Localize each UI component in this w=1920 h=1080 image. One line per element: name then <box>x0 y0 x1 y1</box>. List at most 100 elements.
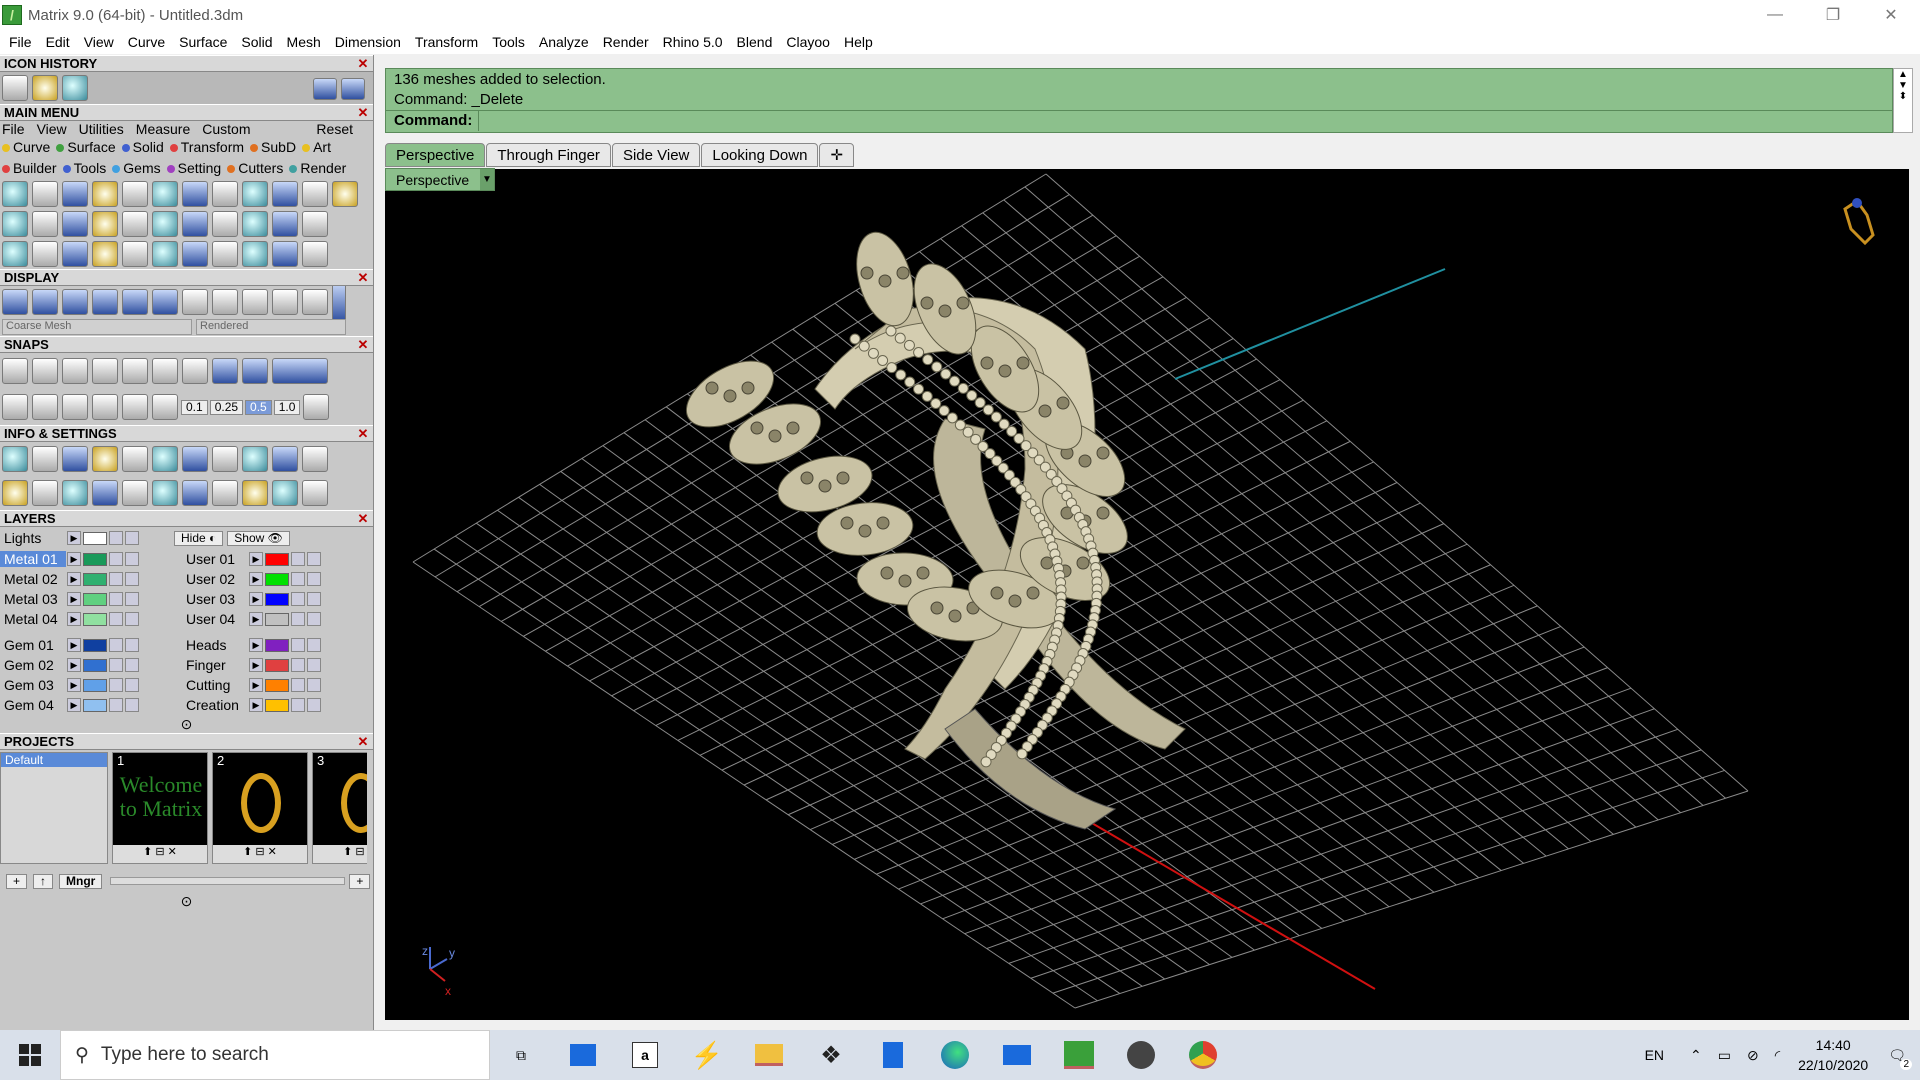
language-indicator[interactable]: EN <box>1645 1047 1664 1063</box>
viewport-tab-side-view[interactable]: Side View <box>611 143 701 167</box>
display-mode-icon-11[interactable] <box>302 289 328 315</box>
visibility-icon[interactable] <box>125 678 139 692</box>
snap-tool-icon-4[interactable] <box>92 394 118 420</box>
layer-row[interactable]: Creation ▶ <box>182 695 364 715</box>
tool-a-icon-5[interactable] <box>122 181 148 207</box>
main-menu-tab-measure[interactable]: Measure <box>136 121 190 137</box>
project-thumb[interactable]: 2 ⬆ ⊟ ✕ <box>212 752 308 864</box>
lock-icon[interactable] <box>291 592 305 606</box>
layer-row[interactable]: Gem 02 ▶ <box>0 655 182 675</box>
viewport-mode-combo[interactable]: Perspective ▼ <box>385 168 495 191</box>
info-icon-8[interactable] <box>212 446 238 472</box>
render-mode-combo[interactable]: Rendered <box>196 319 346 335</box>
info-icon-3[interactable] <box>62 446 88 472</box>
layer-row[interactable]: User 02 ▶ <box>182 569 364 589</box>
layer-row[interactable]: Gem 03 ▶ <box>0 675 182 695</box>
calculator-icon[interactable] <box>862 1030 924 1080</box>
display-mode-icon-4[interactable] <box>92 289 118 315</box>
visibility-icon[interactable] <box>307 572 321 586</box>
menu-mesh[interactable]: Mesh <box>280 34 328 50</box>
expand-icon[interactable]: ▶ <box>249 678 263 692</box>
project-list[interactable]: Default <box>0 752 108 864</box>
project-default[interactable]: Default <box>1 753 107 767</box>
close-icon[interactable]: ✕ <box>356 271 370 284</box>
info-icon-2[interactable] <box>32 446 58 472</box>
snap-value-3[interactable]: 0.5 <box>245 399 272 415</box>
history-icon-3[interactable] <box>62 75 88 101</box>
layer-name[interactable]: Metal 01 <box>0 551 66 567</box>
visibility-icon[interactable] <box>125 531 139 545</box>
layer-color-swatch[interactable] <box>265 658 289 672</box>
tool-c-icon-6[interactable] <box>152 241 178 267</box>
show-button[interactable]: Show 👁 <box>227 530 290 546</box>
layer-color-swatch[interactable] <box>83 698 107 712</box>
store-icon[interactable] <box>552 1030 614 1080</box>
tool-b-icon-3[interactable] <box>62 211 88 237</box>
lock-icon[interactable] <box>291 612 305 626</box>
main-menu-tab-custom[interactable]: Custom <box>202 121 250 137</box>
expand-icon[interactable]: ▶ <box>249 658 263 672</box>
chrome-icon[interactable] <box>1172 1030 1234 1080</box>
menu-analyze[interactable]: Analyze <box>532 34 596 50</box>
layer-color-swatch[interactable] <box>83 552 107 566</box>
display-slider[interactable] <box>332 282 346 322</box>
tool-b-icon-6[interactable] <box>152 211 178 237</box>
layer-color-swatch[interactable] <box>83 658 107 672</box>
close-icon[interactable]: ✕ <box>356 512 370 525</box>
start-button[interactable] <box>0 1030 60 1080</box>
lock-icon[interactable] <box>109 552 123 566</box>
snap-tool-icon-1[interactable] <box>2 394 28 420</box>
lock-icon[interactable] <box>109 612 123 626</box>
tool-b-icon-11[interactable] <box>302 211 328 237</box>
tool-b-icon-8[interactable] <box>212 211 238 237</box>
expand-icon[interactable]: ▶ <box>249 612 263 626</box>
add-viewport-tab-icon[interactable]: ✛ <box>819 143 855 167</box>
layer-color-swatch[interactable] <box>265 552 289 566</box>
layer-name[interactable]: User 03 <box>182 591 248 607</box>
layer-row[interactable]: Metal 02 ▶ <box>0 569 182 589</box>
amazon-icon[interactable]: a <box>614 1030 676 1080</box>
main-menu-tab-view[interactable]: View <box>37 121 67 137</box>
layer-name[interactable]: User 01 <box>182 551 248 567</box>
expand-icon[interactable]: ▶ <box>67 678 81 692</box>
snap-tool-icon-5[interactable] <box>122 394 148 420</box>
layer-row[interactable]: User 04 ▶ <box>182 609 364 629</box>
mesh-quality-combo[interactable]: Coarse Mesh <box>2 319 192 335</box>
history-icon-1[interactable] <box>2 75 28 101</box>
tool-a-icon-11[interactable] <box>302 181 328 207</box>
close-icon[interactable]: ✕ <box>356 427 370 440</box>
main-menu-tools[interactable]: Tools <box>62 158 106 179</box>
layer-name[interactable]: Metal 04 <box>0 611 66 627</box>
lock-icon[interactable] <box>291 658 305 672</box>
layer-color-swatch[interactable] <box>83 638 107 652</box>
close-button[interactable]: ✕ <box>1862 0 1920 30</box>
snap-icon-9[interactable] <box>242 358 268 384</box>
menu-clayoo[interactable]: Clayoo <box>779 34 837 50</box>
menu-transform[interactable]: Transform <box>408 34 485 50</box>
expand-icon[interactable]: ▶ <box>67 658 81 672</box>
expand-icon[interactable]: ▶ <box>67 552 81 566</box>
visibility-icon[interactable] <box>125 572 139 586</box>
main-menu-subd[interactable]: SubD <box>250 137 296 158</box>
visibility-icon[interactable] <box>125 658 139 672</box>
tool-a-icon-9[interactable] <box>242 181 268 207</box>
display-mode-icon-8[interactable] <box>212 289 238 315</box>
mail-icon[interactable] <box>986 1030 1048 1080</box>
snap-icon-5[interactable] <box>122 358 148 384</box>
tool-c-icon-5[interactable] <box>122 241 148 267</box>
thumb-actions[interactable]: ⬆ ⊟ ✕ <box>213 845 307 863</box>
layer-row[interactable]: Metal 01 ▶ <box>0 549 182 569</box>
snap-tool-icon-2[interactable] <box>32 394 58 420</box>
chevron-up-icon[interactable]: ⌃ <box>1690 1047 1702 1064</box>
layer-color-swatch[interactable] <box>265 572 289 586</box>
menu-blend[interactable]: Blend <box>730 34 780 50</box>
setting-icon-6[interactable] <box>152 480 178 506</box>
info-icon-6[interactable] <box>152 446 178 472</box>
lights-expand-icon[interactable]: ▶ <box>67 531 81 545</box>
setting-icon-11[interactable] <box>302 480 328 506</box>
main-menu-cutters[interactable]: Cutters <box>227 158 283 179</box>
layers-collapse-handle[interactable]: ⊙ <box>0 715 373 733</box>
expand-icon[interactable]: ▶ <box>67 638 81 652</box>
main-menu-builder[interactable]: Builder <box>2 158 57 179</box>
thumb-actions[interactable]: ⬆ ⊟ ✕ <box>313 845 367 863</box>
